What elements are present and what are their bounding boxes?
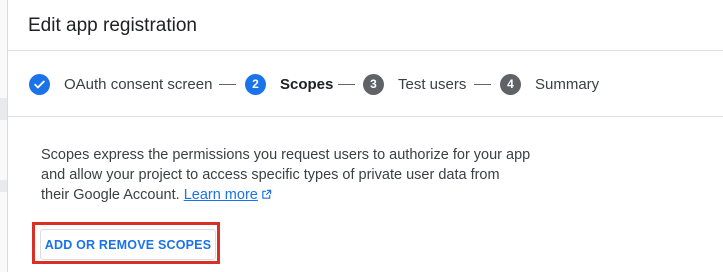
step-test-users[interactable]: 3 Test users [363,73,466,95]
step-label: OAuth consent screen [64,75,213,93]
learn-more-link[interactable]: Learn more [184,187,272,203]
step-label: Test users [398,75,467,93]
step-label: Scopes [280,75,334,93]
step-summary[interactable]: 4 Summary [500,73,599,95]
background-row-marker [0,98,7,120]
step-connector [474,84,491,85]
scopes-description: Scopes express the permissions you reque… [41,147,531,203]
edit-app-registration-panel: Edit app registration OAuth consent scre… [7,0,723,272]
check-icon [29,73,50,95]
step-connector [219,84,236,85]
step-oauth-consent-screen[interactable]: OAuth consent screen [29,73,212,95]
open-in-new-icon [261,186,272,206]
step-number-badge: 4 [500,73,521,95]
step-scopes[interactable]: 2 Scopes [245,73,333,95]
learn-more-label: Learn more [183,187,258,203]
page-title: Edit app registration [28,15,197,36]
dialog-header: Edit app registration [8,0,723,51]
step-number-badge: 2 [245,73,266,95]
background-row-marker [0,180,7,192]
step-connector [338,84,355,85]
step-label: Summary [535,75,600,93]
add-or-remove-scopes-button[interactable]: ADD OR REMOVE SCOPES [40,229,216,260]
step-number-badge: 3 [363,73,384,95]
background-page-strip [0,0,7,272]
scopes-section: Scopes express the permissions you reque… [41,145,531,206]
registration-stepper: OAuth consent screen 2 Scopes 3 Test use… [8,51,723,117]
